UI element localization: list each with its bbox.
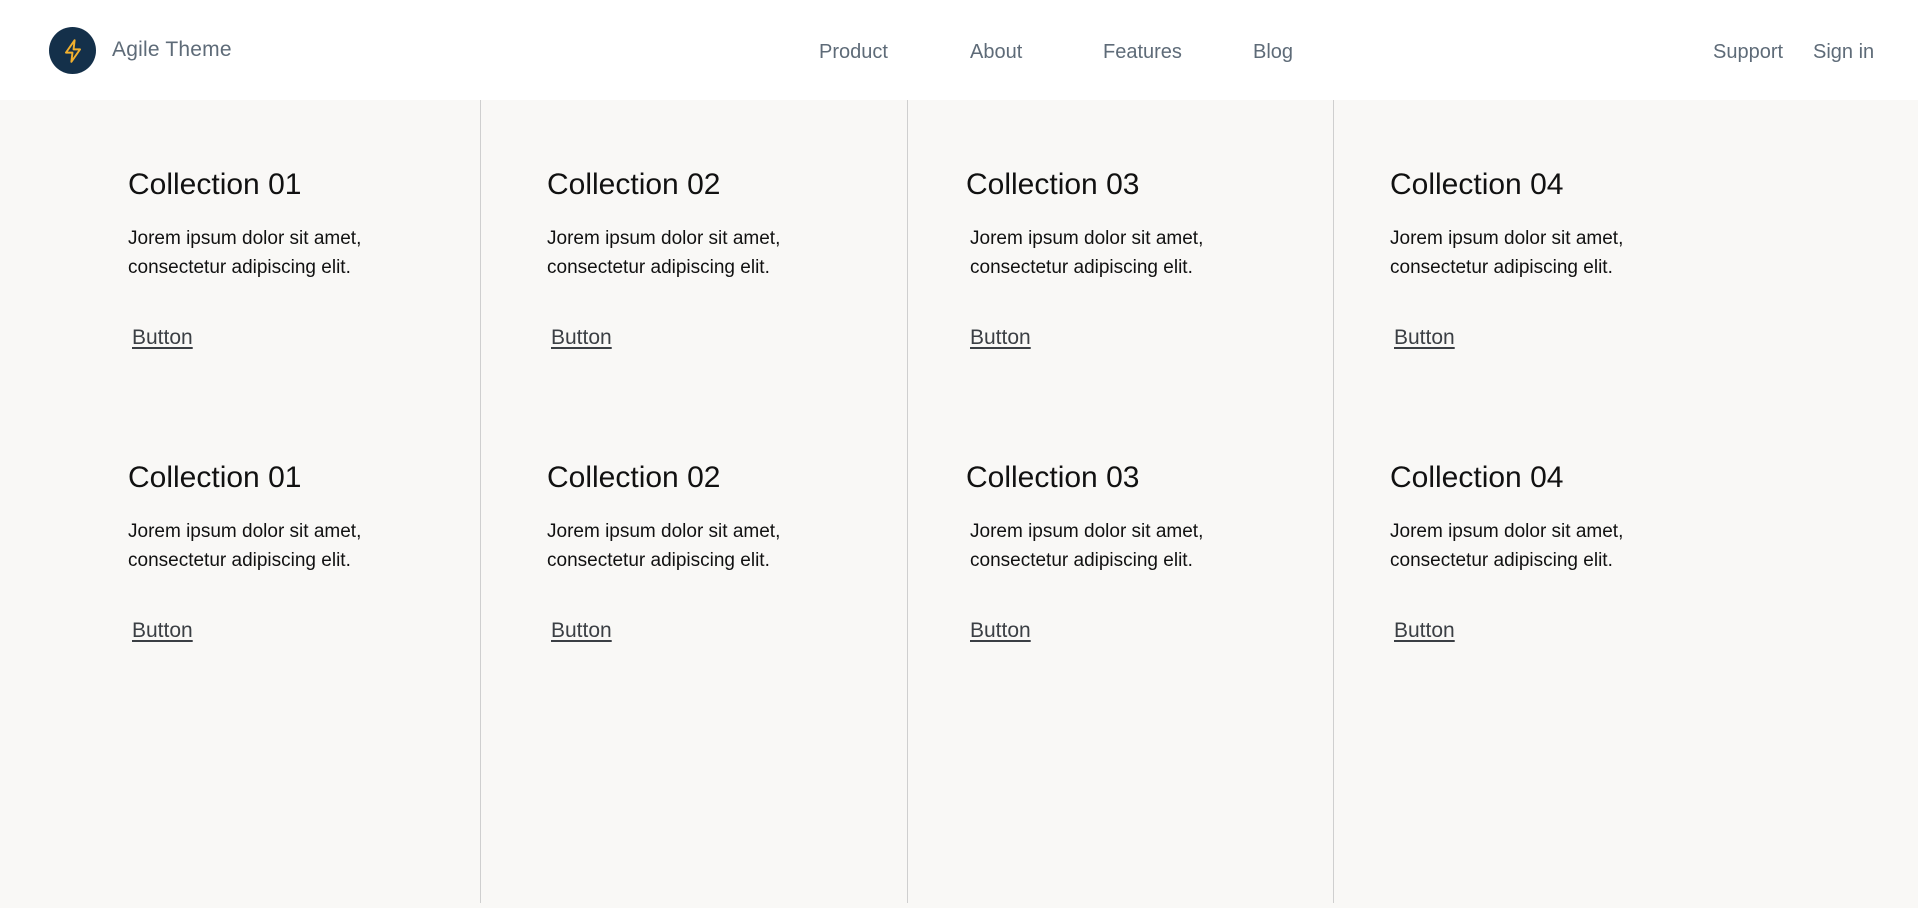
sign-in-link[interactable]: Sign in: [1813, 41, 1874, 64]
collection-card: Collection 02 Jorem ipsum dolor sit amet…: [547, 166, 877, 350]
card-title: Collection 04: [1390, 461, 1564, 494]
card-button[interactable]: Button: [1394, 326, 1455, 350]
column-divider: [480, 100, 481, 903]
nav-item-features[interactable]: Features: [1103, 41, 1182, 64]
card-description: Jorem ipsum dolor sit amet, consectetur …: [128, 521, 362, 571]
nav-item-about[interactable]: About: [970, 41, 1022, 64]
card-button[interactable]: Button: [970, 619, 1031, 643]
card-button[interactable]: Button: [132, 326, 193, 350]
collection-card: Collection 03 Jorem ipsum dolor sit amet…: [966, 166, 1296, 350]
card-title: Collection 03: [966, 461, 1140, 494]
column-divider: [1333, 100, 1334, 903]
brand-name[interactable]: Agile Theme: [112, 38, 232, 62]
collection-card: Collection 04 Jorem ipsum dolor sit amet…: [1390, 166, 1720, 350]
collection-card: Collection 01 Jorem ipsum dolor sit amet…: [128, 166, 458, 350]
card-title: Collection 02: [547, 168, 721, 201]
card-description: Jorem ipsum dolor sit amet, consectetur …: [547, 521, 781, 571]
card-title: Collection 02: [547, 461, 721, 494]
card-description: Jorem ipsum dolor sit amet, consectetur …: [128, 228, 362, 278]
collection-card: Collection 01 Jorem ipsum dolor sit amet…: [128, 459, 458, 643]
card-button[interactable]: Button: [551, 619, 612, 643]
card-title: Collection 03: [966, 168, 1140, 201]
card-description: Jorem ipsum dolor sit amet, consectetur …: [1390, 228, 1624, 278]
card-title: Collection 01: [128, 168, 302, 201]
logo[interactable]: [49, 27, 96, 74]
nav-item-product[interactable]: Product: [819, 41, 888, 64]
column-divider: [907, 100, 908, 903]
card-button[interactable]: Button: [132, 619, 193, 643]
nav-item-blog[interactable]: Blog: [1253, 41, 1293, 64]
collection-card: Collection 03 Jorem ipsum dolor sit amet…: [966, 459, 1296, 643]
card-title: Collection 04: [1390, 168, 1564, 201]
card-description: Jorem ipsum dolor sit amet, consectetur …: [547, 228, 781, 278]
collection-card: Collection 04 Jorem ipsum dolor sit amet…: [1390, 459, 1720, 643]
card-description: Jorem ipsum dolor sit amet, consectetur …: [1390, 521, 1624, 571]
card-description: Jorem ipsum dolor sit amet, consectetur …: [970, 228, 1204, 278]
collection-card: Collection 02 Jorem ipsum dolor sit amet…: [547, 459, 877, 643]
lightning-bolt-icon: [64, 38, 81, 63]
card-button[interactable]: Button: [1394, 619, 1455, 643]
card-button[interactable]: Button: [551, 326, 612, 350]
site-header: Agile Theme Product About Features Blog …: [0, 0, 1918, 100]
card-description: Jorem ipsum dolor sit amet, consectetur …: [970, 521, 1204, 571]
card-button[interactable]: Button: [970, 326, 1031, 350]
card-title: Collection 01: [128, 461, 302, 494]
support-link[interactable]: Support: [1713, 41, 1783, 64]
